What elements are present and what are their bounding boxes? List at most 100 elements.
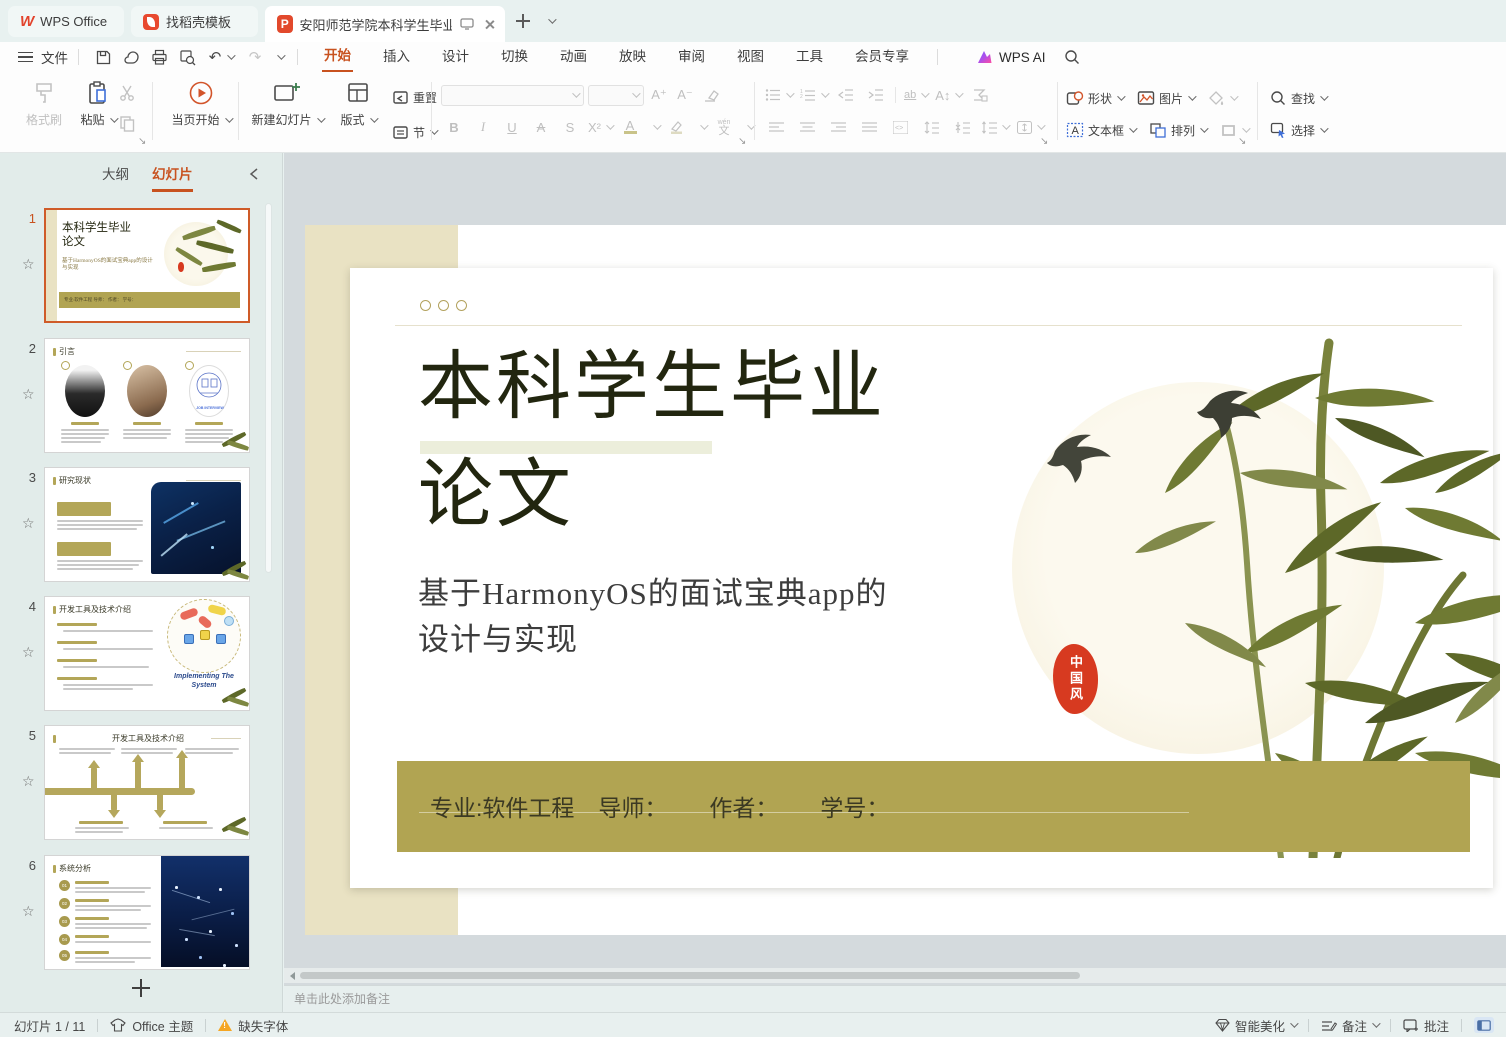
font-expander-icon[interactable]: ↘ [738,136,746,147]
slide-thumbnail-4[interactable]: 开发工具及技术介绍 Implementing The System [44,596,250,711]
quickbar-chevron-icon[interactable] [277,51,286,60]
tab-slides[interactable]: 幻灯片 [152,163,193,192]
cut-icon[interactable] [116,82,138,104]
text-direction-icon[interactable]: ab [904,84,930,106]
clear-format-icon[interactable] [700,84,722,106]
format-painter-button[interactable]: 格式刷 [14,80,74,128]
highlight-color-icon[interactable] [666,116,688,138]
shape-fill-icon[interactable] [1208,87,1239,109]
comments-button[interactable]: 批注 [1424,1016,1449,1035]
menu-tab-design[interactable]: 设计 [440,43,471,71]
slide-subtitle-line1[interactable]: 基于HarmonyOS的面试宝典app的 [418,571,887,617]
animation-star-icon[interactable]: ☆ [22,903,35,920]
slide-thumbnail-1[interactable]: 本科学生毕业 论文 基于HarmonyOS的面试宝典app的设计与实现 专业:软件… [44,208,250,323]
slide-layout-button[interactable]: 版式 [330,80,386,128]
present-mode-icon[interactable] [459,18,474,30]
clipboard-expander-icon[interactable]: ↘ [138,136,146,147]
select-button[interactable]: 选择 [1270,117,1329,143]
superscript-icon[interactable]: X² [588,116,615,138]
save-icon[interactable] [91,46,115,68]
bold-icon[interactable]: B [443,116,465,138]
animation-star-icon[interactable]: ☆ [22,644,35,661]
vertical-align-icon[interactable] [1017,116,1046,138]
increase-font-icon[interactable]: A⁺ [648,84,670,106]
notes-area[interactable]: 单击此处添加备注 [284,985,1506,1012]
beautify-button[interactable]: 智能美化 [1235,1016,1285,1035]
menu-tab-home[interactable]: 开始 [322,42,353,73]
character-spacing-icon[interactable]: A↕ [935,84,965,106]
wps-ai-button[interactable]: WPS AI [976,50,1046,65]
panel-layout-toggle[interactable] [1474,1017,1494,1033]
phonetic-guide-icon[interactable]: wén 文 [713,116,735,138]
collapse-panel-icon[interactable] [249,167,259,181]
close-tab-icon[interactable] [484,19,493,30]
line-spacing-increase-icon[interactable] [920,116,942,138]
menu-tab-member[interactable]: 会员专享 [853,43,911,71]
tab-list-chevron-icon[interactable] [548,15,557,24]
increase-indent-icon[interactable] [865,84,887,106]
search-icon[interactable] [1060,46,1084,68]
menu-tab-review[interactable]: 审阅 [676,43,707,71]
slide-1-editor[interactable]: 本科学生毕业 论文 基于HarmonyOS的面试宝典app的 设计与实现 中国风… [305,225,1506,935]
align-left-icon[interactable] [765,116,787,138]
paragraph-expander-icon[interactable]: ↘ [1040,136,1048,147]
output-icon[interactable] [119,46,143,68]
underline-icon[interactable]: U [501,116,523,138]
tab-docer-templates[interactable]: 找稻壳模板 [131,6,258,37]
print-icon[interactable] [147,46,171,68]
find-button[interactable]: 查找 [1270,85,1329,111]
animation-star-icon[interactable]: ☆ [22,386,35,403]
add-slide-button[interactable] [130,977,152,1004]
slide-info-bar[interactable]: 专业:软件工程 导师： 作者： 学号： [397,761,1470,852]
new-slide-button[interactable]: 新建幻灯片 [246,80,328,128]
missing-fonts-label[interactable]: 缺失字体 [238,1016,288,1035]
animation-star-icon[interactable]: ☆ [22,256,35,273]
tab-wps-office[interactable]: W WPS Office [8,6,124,37]
font-color-icon[interactable]: A [619,116,641,138]
undo-icon[interactable]: ↶ [203,46,227,68]
menu-tab-tools[interactable]: 工具 [794,43,825,71]
decrease-font-icon[interactable]: A⁻ [674,84,696,106]
arrange-button[interactable]: 排列 [1149,117,1209,143]
distribute-text-icon[interactable]: <> [889,116,911,138]
font-size-select[interactable] [588,84,644,106]
animation-star-icon[interactable]: ☆ [22,515,35,532]
picture-button[interactable]: 图片 [1137,85,1197,111]
numbered-list-icon[interactable]: 12 [800,84,830,106]
bullet-list-icon[interactable] [765,84,795,106]
shadow-icon[interactable]: S [559,116,581,138]
justify-icon[interactable] [858,116,880,138]
menu-tab-insert[interactable]: 插入 [381,43,412,71]
play-from-current-button[interactable]: 当页开始 [163,80,239,128]
strikethrough-icon[interactable]: A [530,116,552,138]
undo-chevron-icon[interactable] [227,51,236,60]
menu-tab-view[interactable]: 视图 [735,43,766,71]
tab-document[interactable]: P 安阳师范学院本科学生毕业论文 [265,6,505,42]
tab-outline[interactable]: 大纲 [102,163,129,189]
decrease-indent-icon[interactable] [835,84,857,106]
slide-title-line2[interactable]: 论文 [418,458,574,533]
align-right-icon[interactable] [827,116,849,138]
line-spacing-decrease-icon[interactable] [951,116,973,138]
print-preview-icon[interactable] [175,46,199,68]
slide-subtitle-line2[interactable]: 设计与实现 [418,617,578,663]
slide-title-line1[interactable]: 本科学生毕业 [418,350,886,425]
slide-thumbnail-2[interactable]: 引言 JOB INTERVIEW [44,338,250,453]
redo-icon[interactable]: ↷ [243,46,267,68]
menu-tab-slideshow[interactable]: 放映 [617,43,648,71]
sidebar-scrollbar[interactable] [265,203,272,573]
menu-file[interactable]: 文件 [41,47,68,67]
italic-icon[interactable]: I [472,116,494,138]
scroll-left-arrow-icon[interactable] [290,972,295,980]
drawing-expander-icon[interactable]: ↘ [1238,136,1246,147]
animation-star-icon[interactable]: ☆ [22,773,35,790]
align-center-icon[interactable] [796,116,818,138]
shapes-button[interactable]: 形状 [1066,85,1126,111]
convert-smartart-icon[interactable] [969,84,991,106]
horizontal-scrollbar[interactable] [284,968,1506,983]
slide-thumbnail-5[interactable]: 开发工具及技术介绍 [44,725,250,840]
slide-thumbnail-3[interactable]: 研究现状 [44,467,250,582]
theme-name[interactable]: Office 主题 [132,1016,193,1035]
hamburger-menu-icon[interactable] [18,51,33,63]
menu-tab-transition[interactable]: 切换 [499,43,530,71]
